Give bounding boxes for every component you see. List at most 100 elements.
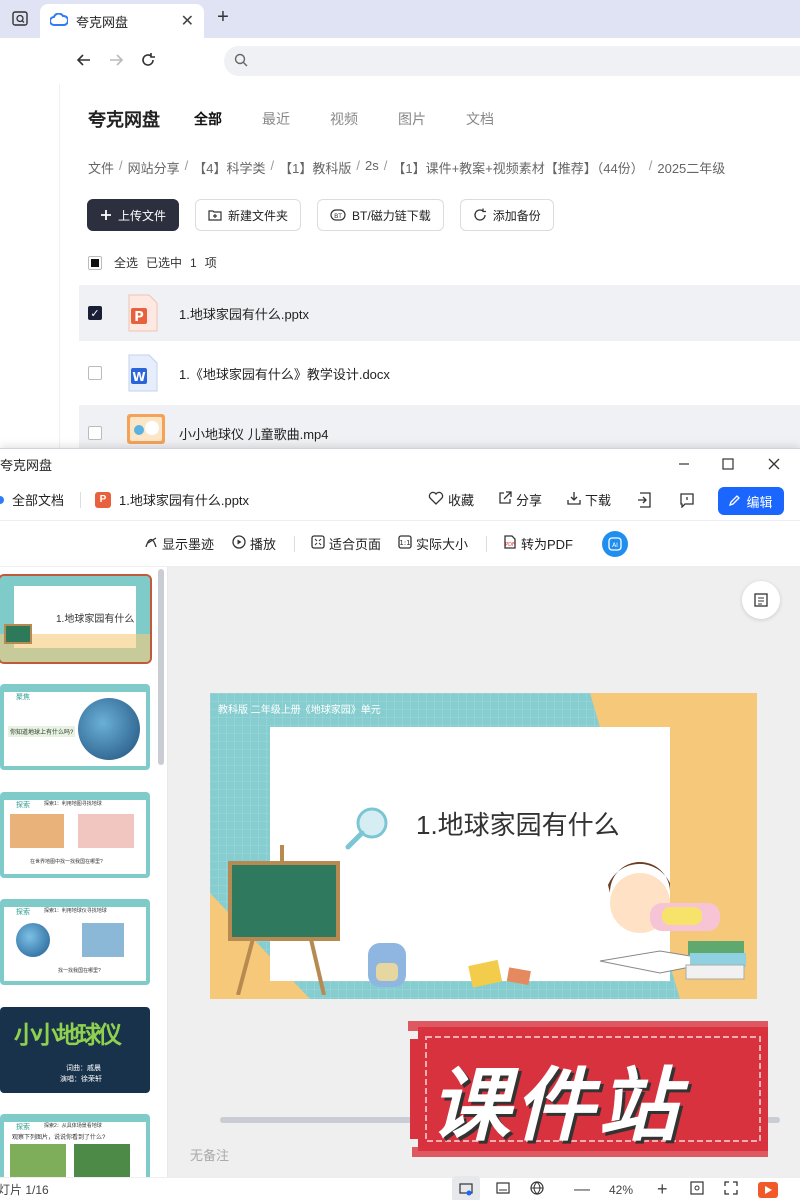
file-row[interactable]: W 1.《地球家园有什么》教学设计.docx xyxy=(79,345,800,401)
browser-tab[interactable]: 夸克网盘 ✕ xyxy=(40,4,204,38)
tab-all[interactable]: 全部 xyxy=(194,109,222,129)
app-logo: 夸克网盘 xyxy=(88,110,160,130)
thumbnails-scrollbar[interactable] xyxy=(158,569,164,765)
show-ink-label: 显示墨迹 xyxy=(162,537,215,552)
globe-icon[interactable] xyxy=(530,1181,544,1198)
preview-window: 夸克网盘 全部文档 P 1.地球家园有什么.pptx 收藏 分享 下载 编辑 显… xyxy=(0,448,800,1200)
new-folder-label: 新建文件夹 xyxy=(228,208,289,223)
collect-button[interactable]: 收藏 xyxy=(428,490,474,509)
selected-unit: 项 xyxy=(204,256,217,270)
add-backup-button[interactable]: 添加备份 xyxy=(459,199,554,231)
ocr-icon[interactable] xyxy=(742,581,780,619)
browser-tabbar: 夸克网盘 ✕ + xyxy=(0,0,800,38)
app-nav: 夸克网盘 全部 最近 视频 图片 文档 xyxy=(88,106,534,132)
tab-search-icon[interactable] xyxy=(8,8,32,30)
upload-button[interactable]: 上传文件 xyxy=(87,199,180,231)
tab-docs[interactable]: 文档 xyxy=(466,109,494,129)
breadcrumb-item[interactable]: 2s xyxy=(365,158,379,177)
download-icon xyxy=(567,491,581,508)
pencil-icon xyxy=(729,494,741,509)
show-ink-button[interactable]: 显示墨迹 xyxy=(144,534,214,553)
download-button[interactable]: 下载 xyxy=(567,490,611,509)
breadcrumb-item[interactable]: 【4】科学类 xyxy=(193,158,265,177)
forward-arrow-icon[interactable] xyxy=(104,48,128,72)
breadcrumb-item[interactable]: 文件 xyxy=(88,158,114,177)
thumbnail-3[interactable]: 探索 探索1：利用地图寻找地球 在世界地图中找一找我国在哪里? xyxy=(0,792,150,878)
edit-button[interactable]: 编辑 xyxy=(718,487,784,515)
fit-page-icon xyxy=(311,535,325,552)
zoom-out-icon[interactable]: — xyxy=(574,1181,590,1199)
tab-images[interactable]: 图片 xyxy=(398,109,426,129)
breadcrumb-item[interactable]: 【1】课件+教案+视频素材【推荐】（44份） xyxy=(392,158,643,177)
tab-title: 夸克网盘 xyxy=(76,14,129,30)
address-bar[interactable] xyxy=(224,46,800,76)
add-backup-label: 添加备份 xyxy=(492,208,541,223)
thumbnail-title: 1.地球家园有什么 xyxy=(56,614,135,625)
back-arrow-icon[interactable] xyxy=(72,48,96,72)
ai-assistant-icon[interactable]: AI xyxy=(602,531,628,557)
new-tab-button[interactable]: + xyxy=(212,6,234,29)
row-checkbox[interactable] xyxy=(88,366,102,380)
tab-recent[interactable]: 最近 xyxy=(262,109,290,129)
share-button[interactable]: 分享 xyxy=(498,490,542,509)
breadcrumb-item[interactable]: 2025二年级 xyxy=(657,158,725,177)
breadcrumb-item[interactable]: 【1】教科版 xyxy=(279,158,351,177)
tab-video[interactable]: 视频 xyxy=(330,109,358,129)
watermark-stamp: 课件站 xyxy=(400,1019,780,1159)
thumbnail-4[interactable]: 探索 探索1：利用地球仪寻找地球 找一找我国在哪里? xyxy=(0,899,150,985)
dot-icon xyxy=(0,495,4,504)
thumbnail-text: 观察下列图片，说说你看到了什么? xyxy=(12,1135,106,1141)
selected-count: 1 xyxy=(190,255,197,270)
notes-view-icon[interactable] xyxy=(496,1181,510,1198)
fit-screen-icon[interactable] xyxy=(690,1181,704,1198)
thumbnail-6[interactable]: 探索 探索2：从具体场景看地球 观察下列图片，说说你看到了什么? xyxy=(0,1114,150,1177)
reload-icon[interactable] xyxy=(136,48,160,72)
svg-text:BT: BT xyxy=(334,213,342,220)
thumbnail-5[interactable]: 小小地球仪 词曲：戚晨 演唱：徐荣轩 xyxy=(0,1007,150,1093)
action-bar: 上传文件 新建文件夹 BT BT/磁力链下载 添加备份 xyxy=(87,199,570,231)
actual-size-label: 实际大小 xyxy=(416,537,469,552)
bt-download-button[interactable]: BT BT/磁力链下载 xyxy=(317,199,444,231)
fit-page-button[interactable]: 适合页面 xyxy=(311,534,381,553)
feedback-icon[interactable] xyxy=(679,492,695,508)
window-titlebar: 夸克网盘 xyxy=(0,449,800,479)
selection-bar: 全选 已选中 1 项 xyxy=(88,254,217,271)
zoom-in-icon[interactable]: + xyxy=(657,1179,668,1200)
all-docs-label: 全部文档 xyxy=(12,493,65,508)
pptx-file-icon: P xyxy=(127,294,159,332)
status-bar: 幻灯片 1/16 — 42% + xyxy=(0,1176,800,1200)
viewer-toolbar: 全部文档 P 1.地球家园有什么.pptx 收藏 分享 下载 编辑 xyxy=(0,479,800,521)
thumbnail-2[interactable]: 聚焦 你知道地球上有什么吗? xyxy=(0,684,150,770)
actual-size-button[interactable]: 1:1 实际大小 xyxy=(398,534,468,553)
file-name: 1.《地球家园有什么》教学设计.docx xyxy=(179,366,390,382)
row-checkbox[interactable]: ✓ xyxy=(88,306,102,320)
thumbnail-text: 演唱：徐荣轩 xyxy=(60,1076,102,1083)
all-docs-button[interactable]: 全部文档 xyxy=(0,490,64,509)
maximize-icon[interactable] xyxy=(716,453,740,475)
slideshow-play-icon[interactable] xyxy=(758,1182,778,1198)
close-window-icon[interactable] xyxy=(762,453,786,475)
to-pdf-button[interactable]: PDF 转为PDF xyxy=(503,534,573,553)
thumbnail-title: 小小地球仪 xyxy=(14,1022,122,1049)
select-all-checkbox[interactable] xyxy=(88,255,102,270)
slide-counter: 幻灯片 1/16 xyxy=(0,1183,49,1197)
magnifier-icon xyxy=(342,803,392,856)
normal-view-icon[interactable] xyxy=(452,1176,480,1200)
share-label: 分享 xyxy=(516,493,543,508)
close-tab-icon[interactable]: ✕ xyxy=(181,11,194,31)
minimize-icon[interactable] xyxy=(672,453,696,475)
fullscreen-icon[interactable] xyxy=(724,1181,738,1198)
thumbnail-1[interactable]: 1.地球家园有什么 xyxy=(0,574,152,664)
zoom-level: 42% xyxy=(609,1182,634,1197)
breadcrumb-item[interactable]: 网站分享 xyxy=(128,158,180,177)
row-checkbox[interactable] xyxy=(88,426,102,440)
browser-navbar xyxy=(0,38,800,84)
new-folder-button[interactable]: 新建文件夹 xyxy=(195,199,302,231)
file-name: 1.地球家园有什么.pptx xyxy=(179,306,310,322)
play-button[interactable]: 播放 xyxy=(232,534,276,553)
file-row[interactable]: ✓ P 1.地球家园有什么.pptx xyxy=(79,285,800,341)
download-label: 下载 xyxy=(585,493,612,508)
thumbnail-tag: 聚焦 xyxy=(16,694,30,701)
save-to-icon[interactable] xyxy=(637,491,651,508)
breadcrumb: 文件 / 网站分享 / 【4】科学类 / 【1】教科版/ 2s / 【1】课件+教案+视… xyxy=(88,158,726,177)
